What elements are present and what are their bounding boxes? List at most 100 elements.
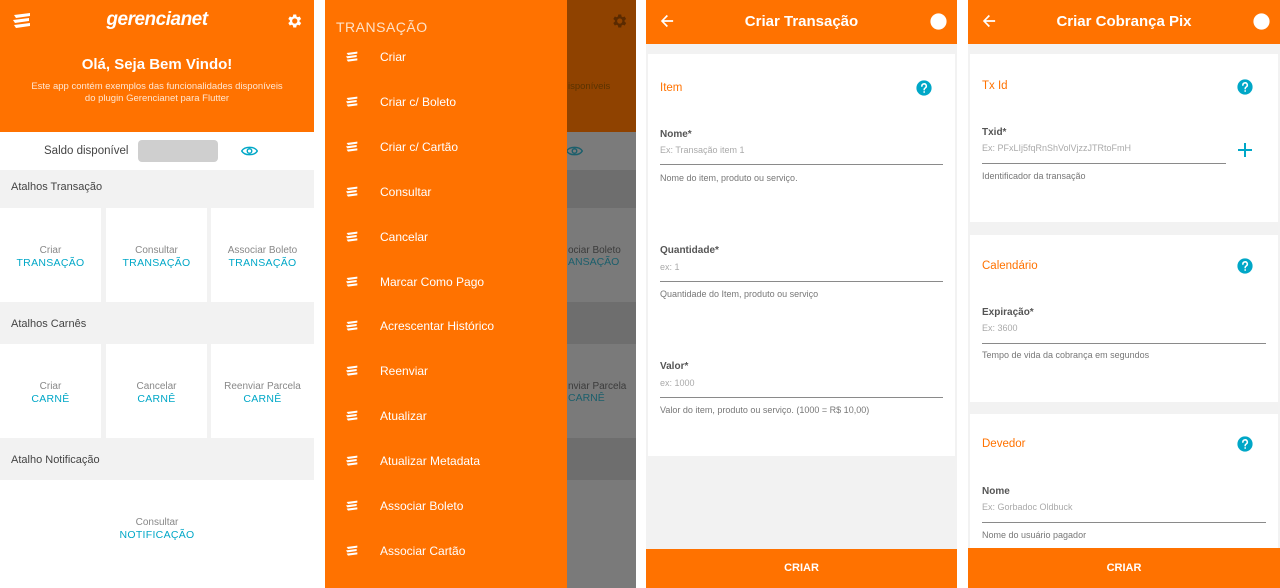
help-circle-icon[interactable] <box>930 13 947 30</box>
section-title-item: Item <box>660 82 683 94</box>
nome-devedor-input[interactable]: Ex: Gorbadoc Oldbuck <box>982 502 1073 512</box>
section-title-transacao: Atalhos Transação <box>11 181 103 193</box>
eye-icon[interactable] <box>241 144 258 158</box>
calendario-card: Calendário Expiração* Ex: 3600 Tempo de … <box>970 235 1278 402</box>
scrim-ghost-text: isponíveis <box>568 81 611 92</box>
drawer-item[interactable]: Criar c/ Cartão <box>325 132 567 162</box>
page-title: Criar Cobrança Pix <box>1056 13 1192 30</box>
gerencianet-logo-icon <box>345 455 359 467</box>
help-circle-icon[interactable] <box>916 80 932 96</box>
gerencianet-logo-icon <box>345 186 359 198</box>
criar-button[interactable]: CRIAR <box>968 548 1280 588</box>
valor-input[interactable]: ex: 1000 <box>660 378 695 388</box>
gerencianet-logo-icon <box>345 545 359 557</box>
drawer-item[interactable]: Criar <box>325 42 567 72</box>
field-help-nome-devedor: Nome do usuário pagador <box>982 530 1087 540</box>
field-help-txid: Identificador da transação <box>982 171 1086 181</box>
drawer-item-label: Marcar Como Pago <box>380 274 485 289</box>
gerencianet-logo-icon <box>345 276 359 288</box>
nome-input[interactable]: Ex: Transação item 1 <box>660 145 745 155</box>
page-title: Criar Transação <box>744 13 859 30</box>
expiracao-input[interactable]: Ex: 3600 <box>982 323 1018 333</box>
drawer-item[interactable]: Cancelar <box>325 222 567 252</box>
field-label-txid: Txid* <box>982 127 1007 138</box>
brand-logo-text: gerencianet <box>106 9 208 30</box>
drawer-screen: isponíveis ociar Boleto ANSAÇÃO nviar Pa… <box>325 0 636 588</box>
drawer-item[interactable]: Consultar <box>325 177 567 207</box>
quantidade-input[interactable]: ex: 1 <box>660 262 680 272</box>
drawer-item-label: Associar Boleto <box>380 499 464 513</box>
drawer-item-label: Atualizar Metadata <box>380 454 481 469</box>
shortcut-label: Criar <box>39 245 62 256</box>
help-circle-icon[interactable] <box>1237 79 1253 95</box>
eye-icon <box>566 144 583 158</box>
criar-cobranca-pix-screen: Criar Cobrança Pix Tx Id Txid* Ex: PFxLI… <box>968 0 1280 588</box>
drawer-item-label: Criar c/ Boleto <box>380 94 457 109</box>
help-circle-icon[interactable] <box>1253 13 1270 30</box>
drawer-item-label: Criar c/ Cartão <box>380 139 459 154</box>
shortcut-category: CARNÊ <box>137 393 176 405</box>
app-bar: Criar Cobrança Pix <box>968 0 1280 44</box>
nome-input-underline <box>660 164 943 165</box>
item-card: Item Nome* Ex: Transação item 1 Nome do … <box>648 54 955 456</box>
quantidade-input-underline <box>660 281 943 282</box>
scrim-ghost-text: ociar Boleto <box>568 245 621 256</box>
shortcut-criar-carne[interactable]: Criar CARNÊ <box>0 344 101 438</box>
help-circle-icon[interactable] <box>1237 436 1253 452</box>
drawer-item[interactable]: Marcar Como Pago <box>325 267 567 297</box>
shortcut-category: CARNÊ <box>31 393 70 405</box>
shortcut-category: TRANSAÇÃO <box>228 257 297 269</box>
section-title-notificacao: Atalho Notificação <box>11 454 100 466</box>
plus-icon[interactable] <box>1238 143 1252 157</box>
gerencianet-logo-icon <box>345 51 359 63</box>
welcome-description: Este app contém exemplos das funcionalid… <box>31 81 283 104</box>
shortcut-criar-transacao[interactable]: Criar TRANSAÇÃO <box>0 208 101 302</box>
drawer-title: TRANSAÇÃO <box>336 19 428 35</box>
shortcut-cancelar-carne[interactable]: Cancelar CARNÊ <box>106 344 207 438</box>
shortcut-reenviar-parcela-carne[interactable]: Reenviar Parcela CARNÊ <box>211 344 314 438</box>
field-help-expiracao: Tempo de vida da cobrança em segundos <box>982 350 1150 360</box>
drawer-item-label: Acrescentar Histórico <box>380 319 495 334</box>
scrim-ghost-text: ANSAÇÃO <box>568 256 620 268</box>
shortcut-consultar-notificacao[interactable]: Consultar NOTIFICAÇÃO <box>0 480 314 588</box>
drawer-item[interactable]: Associar Boleto <box>325 491 567 521</box>
valor-input-underline <box>660 397 943 398</box>
shortcut-label: Consultar <box>135 517 179 528</box>
shortcut-associar-boleto-transacao[interactable]: Associar Boleto TRANSAÇÃO <box>211 208 314 302</box>
drawer-item[interactable]: Acrescentar Histórico <box>325 311 567 341</box>
field-label-nome: Nome* <box>660 129 692 140</box>
drawer-item-label: Consultar <box>380 184 432 199</box>
section-title-devedor: Devedor <box>982 438 1026 450</box>
nome-devedor-input-underline <box>982 522 1266 523</box>
field-help-valor: Valor do item, produto ou serviço. (1000… <box>660 405 870 415</box>
gerencianet-logo-icon <box>345 231 359 243</box>
shortcut-label: Criar <box>39 381 62 392</box>
drawer-item[interactable]: Atualizar Metadata <box>325 446 567 476</box>
gerencianet-logo-icon <box>345 320 359 332</box>
drawer-item-label: Reenviar <box>380 364 429 379</box>
field-label-valor: Valor* <box>660 361 689 372</box>
drawer-item[interactable]: Reenviar <box>325 356 567 386</box>
balance-value-hidden <box>138 140 218 162</box>
shortcut-consultar-transacao[interactable]: Consultar TRANSAÇÃO <box>106 208 207 302</box>
help-circle-icon[interactable] <box>1237 258 1253 274</box>
balance-row: Saldo disponível <box>0 132 314 170</box>
drawer-item-label: Associar Cartão <box>380 543 466 558</box>
criar-button[interactable]: CRIAR <box>646 549 957 588</box>
txid-input[interactable]: Ex: PFxLIj5fqRnShVolVjzzJTRtoFmH <box>982 143 1131 153</box>
balance-label: Saldo disponível <box>44 145 129 157</box>
gerencianet-logo-icon <box>345 365 359 377</box>
drawer-item-label: Atualizar <box>380 409 427 424</box>
criar-transacao-screen: Criar Transação Item Nome* Ex: Transação… <box>646 0 957 588</box>
field-label-expiracao: Expiração* <box>982 307 1034 318</box>
drawer-item[interactable]: Criar c/ Boleto <box>325 87 567 117</box>
drawer-item[interactable]: Atualizar <box>325 401 567 431</box>
devedor-card: Devedor Nome Ex: Gorbadoc Oldbuck Nome d… <box>970 414 1278 554</box>
drawer-item[interactable]: Associar Cartão <box>325 536 567 566</box>
section-title-calendario: Calendário <box>982 260 1038 272</box>
txid-input-underline <box>982 163 1226 164</box>
field-label-nome-devedor: Nome <box>982 486 1010 497</box>
drawer-item-label: Cancelar <box>380 229 429 244</box>
shortcut-category: CARNÊ <box>243 393 282 405</box>
gear-icon[interactable] <box>285 12 303 30</box>
